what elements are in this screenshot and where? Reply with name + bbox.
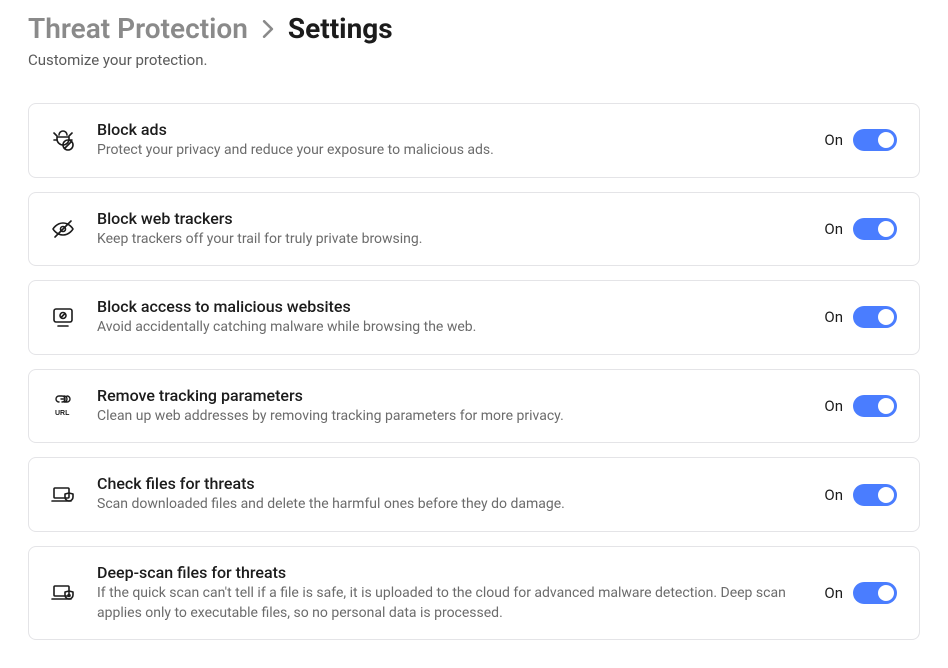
setting-text: Deep-scan files for threats If the quick… bbox=[97, 563, 804, 623]
setting-title: Block access to malicious websites bbox=[97, 297, 804, 316]
setting-title: Remove tracking parameters bbox=[97, 386, 804, 405]
setting-desc: Clean up web addresses by removing track… bbox=[97, 407, 804, 427]
breadcrumb: Threat Protection Settings bbox=[28, 12, 920, 45]
settings-list: Block ads Protect your privacy and reduc… bbox=[28, 103, 920, 640]
setting-text: Block web trackers Keep trackers off you… bbox=[97, 209, 804, 250]
eye-off-icon bbox=[49, 215, 77, 243]
setting-title: Block web trackers bbox=[97, 209, 804, 228]
setting-title: Check files for threats bbox=[97, 474, 804, 493]
setting-remove-tracking-params: URL Remove tracking parameters Clean up … bbox=[28, 369, 920, 444]
setting-desc: Keep trackers off your trail for truly p… bbox=[97, 230, 804, 250]
toggle-state-label: On bbox=[824, 584, 843, 602]
setting-text: Remove tracking parameters Clean up web … bbox=[97, 386, 804, 427]
url-icon: URL bbox=[49, 392, 77, 420]
toggle-state-label: On bbox=[824, 308, 843, 326]
toggle-group: On bbox=[824, 484, 897, 506]
page-subtitle: Customize your protection. bbox=[28, 51, 920, 69]
toggle-block-ads[interactable] bbox=[853, 129, 897, 151]
bug-block-icon bbox=[49, 126, 77, 154]
setting-check-files: Check files for threats Scan downloaded … bbox=[28, 457, 920, 532]
setting-block-ads: Block ads Protect your privacy and reduc… bbox=[28, 103, 920, 178]
setting-deep-scan: Deep-scan files for threats If the quick… bbox=[28, 546, 920, 640]
toggle-block-malicious[interactable] bbox=[853, 306, 897, 328]
chevron-right-icon bbox=[262, 20, 274, 38]
page-title: Settings bbox=[288, 12, 393, 45]
laptop-shield-icon bbox=[49, 481, 77, 509]
setting-desc: Scan downloaded files and delete the har… bbox=[97, 495, 804, 515]
setting-text: Block access to malicious websites Avoid… bbox=[97, 297, 804, 338]
toggle-block-trackers[interactable] bbox=[853, 218, 897, 240]
breadcrumb-parent-link[interactable]: Threat Protection bbox=[28, 12, 248, 45]
toggle-group: On bbox=[824, 218, 897, 240]
toggle-check-files[interactable] bbox=[853, 484, 897, 506]
setting-desc: If the quick scan can't tell if a file i… bbox=[97, 584, 804, 623]
setting-title: Deep-scan files for threats bbox=[97, 563, 804, 582]
toggle-remove-tracking-params[interactable] bbox=[853, 395, 897, 417]
setting-desc: Protect your privacy and reduce your exp… bbox=[97, 141, 804, 161]
toggle-state-label: On bbox=[824, 131, 843, 149]
toggle-group: On bbox=[824, 582, 897, 604]
laptop-shield-lock-icon bbox=[49, 579, 77, 607]
toggle-state-label: On bbox=[824, 486, 843, 504]
toggle-state-label: On bbox=[824, 220, 843, 238]
toggle-group: On bbox=[824, 129, 897, 151]
setting-text: Block ads Protect your privacy and reduc… bbox=[97, 120, 804, 161]
setting-title: Block ads bbox=[97, 120, 804, 139]
setting-desc: Avoid accidentally catching malware whil… bbox=[97, 318, 804, 338]
toggle-group: On bbox=[824, 395, 897, 417]
svg-text:URL: URL bbox=[55, 410, 70, 417]
setting-block-malicious: Block access to malicious websites Avoid… bbox=[28, 280, 920, 355]
setting-text: Check files for threats Scan downloaded … bbox=[97, 474, 804, 515]
toggle-state-label: On bbox=[824, 397, 843, 415]
monitor-block-icon bbox=[49, 303, 77, 331]
toggle-deep-scan[interactable] bbox=[853, 582, 897, 604]
toggle-group: On bbox=[824, 306, 897, 328]
setting-block-trackers: Block web trackers Keep trackers off you… bbox=[28, 192, 920, 267]
